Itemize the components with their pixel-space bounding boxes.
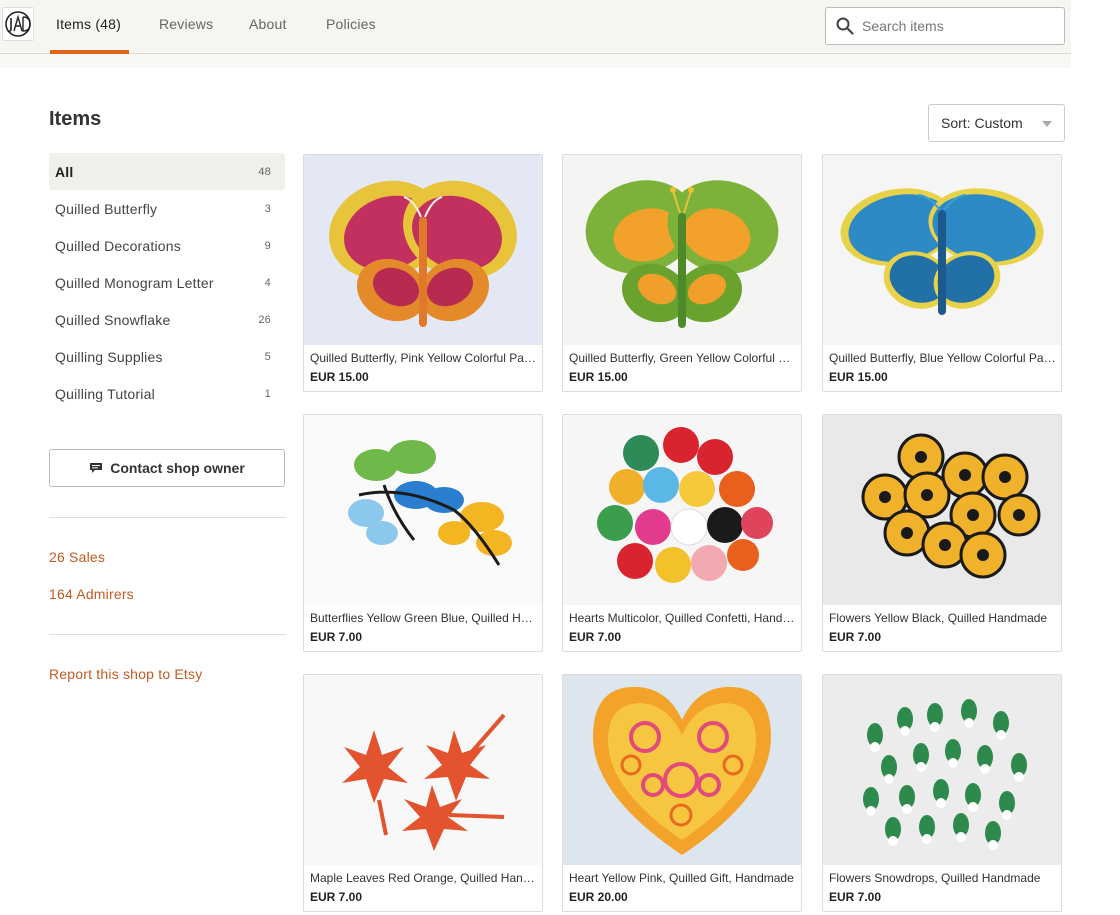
- listing-card[interactable]: Quilled Butterfly, Green Yellow Colorful…: [562, 154, 802, 392]
- sidebar-item-quilling-supplies[interactable]: Quilling Supplies 5: [49, 338, 285, 375]
- listing-card[interactable]: Maple Leaves Red Orange, Quilled Handmad…: [303, 674, 543, 912]
- sidebar-item-label: Quilled Butterfly: [55, 200, 158, 217]
- shop-nav-bar: Items (48) Reviews About Policies: [0, 0, 1071, 54]
- listing-price: EUR 7.00: [310, 630, 363, 644]
- search-input[interactable]: [862, 18, 1052, 34]
- sidebar-item-count: 9: [264, 239, 271, 252]
- listing-image-snowdrops[interactable]: [823, 675, 1061, 865]
- listing-image-small-butterflies[interactable]: [304, 415, 542, 605]
- sidebar-item-count: 4: [264, 276, 271, 289]
- sidebar-item-label: Quilled Decorations: [55, 237, 181, 254]
- listing-price: EUR 7.00: [569, 630, 622, 644]
- message-icon: [90, 463, 103, 473]
- search-icon: [836, 17, 854, 35]
- listing-image-multicolor-hearts[interactable]: [563, 415, 801, 605]
- listing-image-maple-leaves[interactable]: [304, 675, 542, 865]
- report-shop-link[interactable]: Report this shop to Etsy: [49, 666, 202, 682]
- listing-title[interactable]: Quilled Butterfly, Green Yellow Colorful…: [569, 351, 797, 365]
- search-box[interactable]: [825, 7, 1065, 45]
- sidebar-item-all[interactable]: All 48: [49, 153, 285, 190]
- shop-logo[interactable]: [2, 7, 34, 41]
- sidebar-item-count: 48: [258, 165, 271, 178]
- sidebar-item-quilling-tutorial[interactable]: Quilling Tutorial 1: [49, 375, 285, 412]
- sort-label: Sort: Custom: [941, 115, 1023, 131]
- listing-card[interactable]: Flowers Yellow Black, Quilled Handmade E…: [822, 414, 1062, 652]
- sidebar-item-quilled-monogram-letter[interactable]: Quilled Monogram Letter 4: [49, 264, 285, 301]
- contact-shop-owner-button[interactable]: Contact shop owner: [49, 449, 285, 487]
- sidebar-item-quilled-butterfly[interactable]: Quilled Butterfly 3: [49, 190, 285, 227]
- sidebar-item-label: Quilled Monogram Letter: [55, 274, 214, 291]
- listing-title[interactable]: Hearts Multicolor, Quilled Confetti, Han…: [569, 611, 797, 625]
- tab-items[interactable]: Items (48): [56, 16, 121, 32]
- listing-card[interactable]: Heart Yellow Pink, Quilled Gift, Handmad…: [562, 674, 802, 912]
- listing-title[interactable]: Quilled Butterfly, Blue Yellow Colorful …: [829, 351, 1057, 365]
- listing-title[interactable]: Flowers Snowdrops, Quilled Handmade: [829, 871, 1057, 885]
- listing-price: EUR 15.00: [310, 370, 369, 384]
- shop-logo-icon: [5, 11, 31, 37]
- tab-policies[interactable]: Policies: [326, 16, 376, 32]
- listing-image-pink-yellow-butterfly[interactable]: [304, 155, 542, 345]
- listing-image-blue-yellow-butterfly[interactable]: [823, 155, 1061, 345]
- listing-price: EUR 7.00: [310, 890, 363, 904]
- sidebar-item-label: Quilling Tutorial: [55, 385, 155, 402]
- listing-image-yellow-black-flowers[interactable]: [823, 415, 1061, 605]
- listing-card[interactable]: Hearts Multicolor, Quilled Confetti, Han…: [562, 414, 802, 652]
- tab-reviews[interactable]: Reviews: [159, 16, 213, 32]
- listing-card[interactable]: Flowers Snowdrops, Quilled Handmade EUR …: [822, 674, 1062, 912]
- divider: [49, 634, 286, 635]
- sidebar-item-label: Quilling Supplies: [55, 348, 163, 365]
- listing-price: EUR 15.00: [569, 370, 628, 384]
- listing-price: EUR 7.00: [829, 890, 882, 904]
- sidebar-item-count: 3: [264, 202, 271, 215]
- sidebar-item-quilled-decorations[interactable]: Quilled Decorations 9: [49, 227, 285, 264]
- sidebar-item-count: 1: [264, 387, 271, 400]
- sidebar-item-label: All: [55, 163, 74, 180]
- listing-price: EUR 15.00: [829, 370, 888, 384]
- listing-price: EUR 7.00: [829, 630, 882, 644]
- listing-title[interactable]: Heart Yellow Pink, Quilled Gift, Handmad…: [569, 871, 797, 885]
- nav-bottom-strip: [0, 54, 1071, 68]
- listing-card[interactable]: Butterflies Yellow Green Blue, Quilled H…: [303, 414, 543, 652]
- listing-card[interactable]: Quilled Butterfly, Blue Yellow Colorful …: [822, 154, 1062, 392]
- sidebar-item-label: Quilled Snowflake: [55, 311, 171, 328]
- listing-title[interactable]: Butterflies Yellow Green Blue, Quilled H…: [310, 611, 538, 625]
- tab-about[interactable]: About: [249, 16, 287, 32]
- contact-label: Contact shop owner: [110, 460, 245, 476]
- listing-card[interactable]: Quilled Butterfly, Pink Yellow Colorful …: [303, 154, 543, 392]
- listing-title[interactable]: Maple Leaves Red Orange, Quilled Handmad…: [310, 871, 538, 885]
- listing-title[interactable]: Flowers Yellow Black, Quilled Handmade: [829, 611, 1057, 625]
- items-heading: Items: [49, 108, 102, 130]
- listing-image-quilled-heart[interactable]: [563, 675, 801, 865]
- sales-link[interactable]: 26 Sales: [49, 549, 105, 565]
- divider: [49, 517, 286, 518]
- sidebar-item-quilled-snowflake[interactable]: Quilled Snowflake 26: [49, 301, 285, 338]
- sidebar-item-count: 5: [264, 350, 271, 363]
- sort-dropdown[interactable]: Sort: Custom: [928, 104, 1065, 142]
- admirers-link[interactable]: 164 Admirers: [49, 586, 134, 602]
- chevron-down-icon: [1042, 121, 1052, 127]
- sidebar-item-count: 26: [258, 313, 271, 326]
- listing-price: EUR 20.00: [569, 890, 628, 904]
- listing-title[interactable]: Quilled Butterfly, Pink Yellow Colorful …: [310, 351, 538, 365]
- listing-image-green-yellow-butterfly[interactable]: [563, 155, 801, 345]
